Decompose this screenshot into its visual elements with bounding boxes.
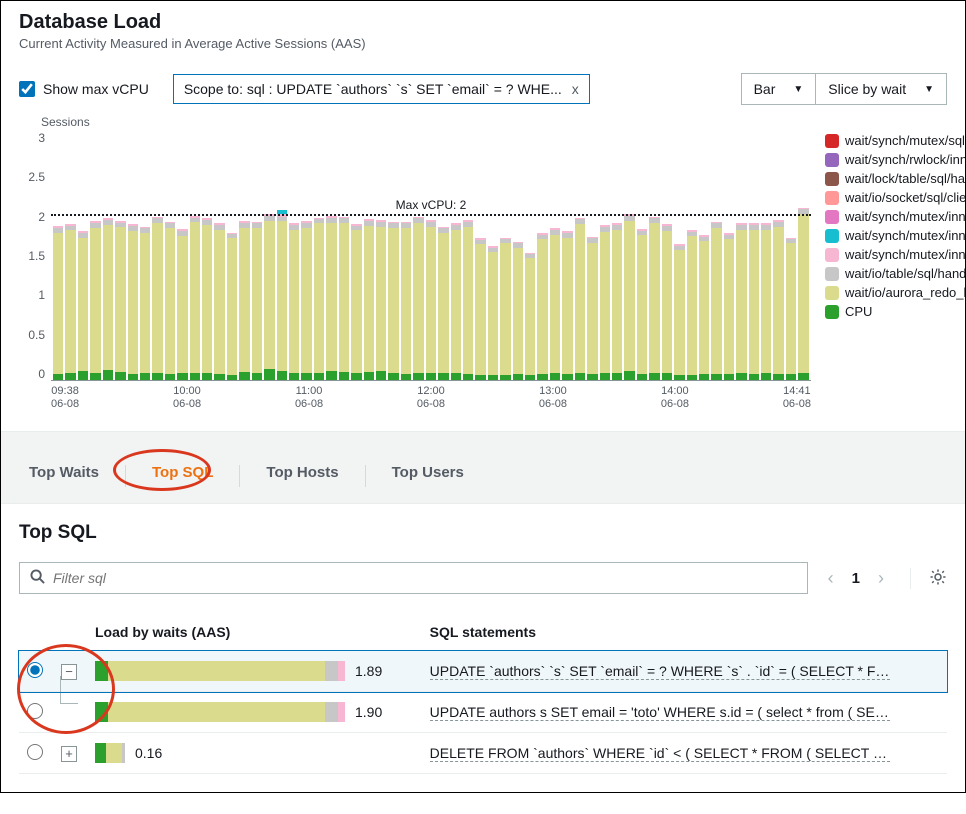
row-select-radio[interactable] [27,744,43,760]
page-prev-button[interactable]: ‹ [828,568,834,589]
row-select-radio[interactable] [27,703,43,719]
slice-by-select[interactable]: Slice by wait ▼ [816,73,947,105]
close-icon[interactable]: x [572,81,579,97]
chart-legend: wait/synch/mutex/sql/wait/synch/rwlock/i… [825,133,965,323]
tab-top-waits[interactable]: Top Waits [19,458,109,493]
page-number: 1 [852,570,860,587]
max-vcpu-line: Max vCPU: 2 [51,214,811,216]
scope-filter-token[interactable]: Scope to: sql : UPDATE `authors` `s` SET… [173,74,590,104]
table-row[interactable]: 1.90 UPDATE authors s SET email = 'toto' … [19,692,947,733]
chart-bars: Max vCPU: 2 [51,131,811,381]
load-value: 1.89 [355,663,382,679]
gear-icon[interactable] [929,573,947,589]
table-row[interactable]: −1.89UPDATE `authors` `s` SET `email` = … [19,651,947,692]
col-sql: SQL statements [422,614,947,651]
col-load: Load by waits (AAS) [87,614,422,651]
sql-statement[interactable]: UPDATE `authors` `s` SET `email` = ? WHE… [430,663,890,680]
tab-top-sql[interactable]: Top SQL [142,458,223,493]
tab-top-hosts[interactable]: Top Hosts [256,458,348,493]
filter-sql-field[interactable] [19,562,808,594]
slice-by-label: Slice by wait [828,81,906,97]
page-subtitle: Current Activity Measured in Average Act… [19,36,947,51]
sql-statement[interactable]: UPDATE authors s SET email = 'toto' WHER… [430,704,890,721]
chart-type-label: Bar [754,81,776,97]
page-next-button[interactable]: › [878,568,884,589]
tab-separator [239,465,240,487]
page-title: Database Load [19,11,947,34]
x-axis-ticks: 09:3806-0810:0006-0811:0006-0812:0006-08… [51,385,811,411]
sql-statement[interactable]: DELETE FROM `authors` WHERE `id` < ( SEL… [430,745,890,762]
scope-filter-text: Scope to: sql : UPDATE `authors` `s` SET… [184,81,562,97]
table-row[interactable]: +0.16 DELETE FROM `authors` WHERE `id` < … [19,733,947,774]
row-select-radio[interactable] [27,662,43,678]
y-axis-label: Sessions [41,115,947,129]
tab-separator [365,465,366,487]
load-value: 1.90 [355,704,382,720]
pager: ‹ 1 › [828,568,884,589]
tab-separator [125,465,126,487]
show-max-vcpu-label: Show max vCPU [43,81,149,97]
section-heading: Top SQL [19,522,947,544]
tab-strip: Top Waits Top SQL Top Hosts Top Users [1,431,965,504]
y-axis-ticks: 32.521.510.50 [19,131,51,381]
max-vcpu-label: Max vCPU: 2 [392,198,471,212]
chart-type-select[interactable]: Bar ▼ [741,73,817,105]
search-icon [30,569,45,587]
tab-top-users[interactable]: Top Users [382,458,474,493]
chevron-down-icon: ▼ [924,84,934,95]
expand-icon[interactable]: + [61,746,77,762]
show-max-vcpu-checkbox[interactable]: Show max vCPU [19,81,149,97]
chevron-down-icon: ▼ [793,84,803,95]
show-max-vcpu-input[interactable] [19,81,35,97]
filter-sql-input[interactable] [53,570,797,586]
load-value: 0.16 [135,745,162,761]
top-sql-table: Load by waits (AAS) SQL statements −1.89… [19,614,947,774]
